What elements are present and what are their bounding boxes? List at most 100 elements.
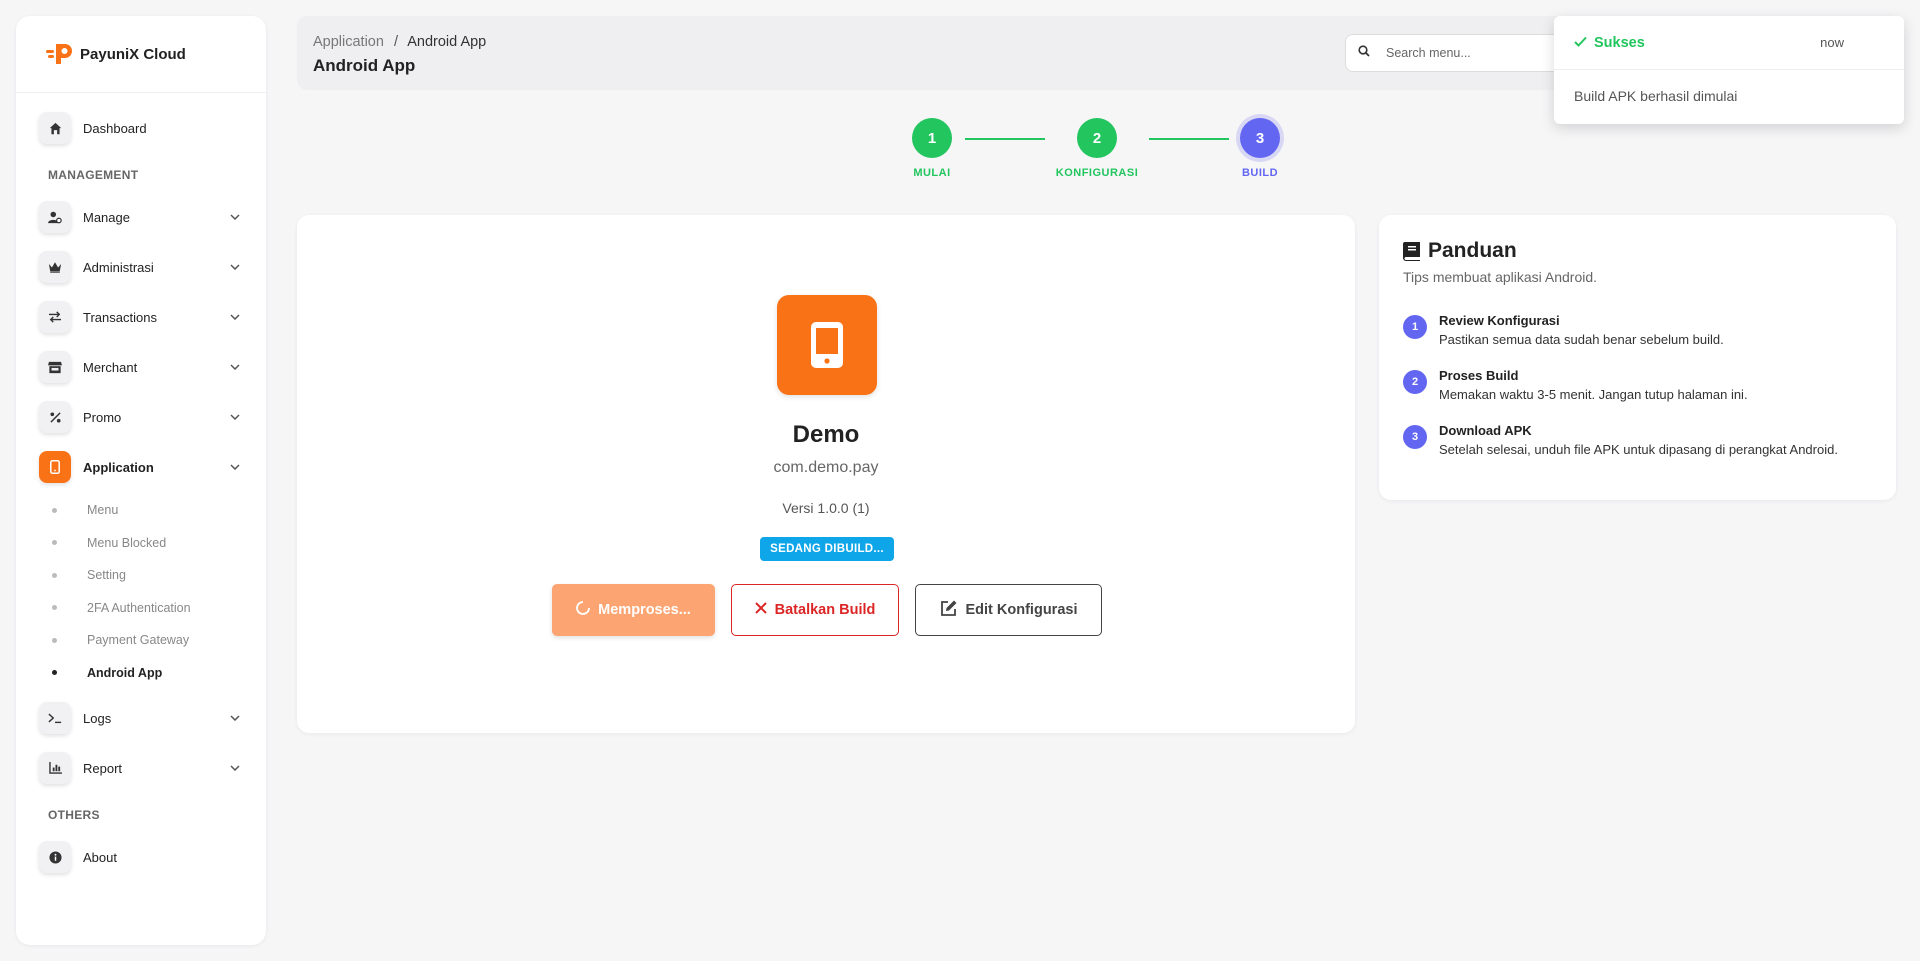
toast-title: Sukses [1594, 34, 1645, 51]
step-number: 2 [1077, 118, 1117, 158]
breadcrumb: Application / Android App [313, 34, 486, 50]
submenu-item-menu-blocked[interactable]: Menu Blocked [16, 527, 266, 560]
edit-icon [940, 599, 966, 621]
edit-config-label: Edit Konfigurasi [965, 602, 1078, 618]
android-app-icon [777, 295, 877, 395]
status-badge: SEDANG DIBUILD... [760, 537, 894, 561]
edit-config-button[interactable]: Edit Konfigurasi [915, 584, 1102, 636]
sidebar-item-report[interactable]: Report [16, 743, 266, 793]
chevron-down-icon [228, 410, 242, 424]
sidebar-item-manage[interactable]: Manage [16, 192, 266, 242]
step-konfigurasi: 2 KONFIGURASI [1037, 118, 1157, 179]
submenu-item-label: Setting [87, 568, 126, 583]
tip-description: Memakan waktu 3-5 menit. Jangan tutup ha… [1439, 387, 1748, 402]
sidebar-item-logs[interactable]: Logs [16, 693, 266, 743]
cancel-build-label: Batalkan Build [774, 602, 876, 618]
mobile-icon [39, 451, 71, 483]
spinner-icon [576, 601, 598, 619]
cancel-build-button[interactable]: Batalkan Build [731, 584, 899, 636]
tip-number: 1 [1403, 315, 1427, 339]
guide-subtitle: Tips membuat aplikasi Android. [1403, 269, 1598, 285]
chevron-down-icon [228, 210, 242, 224]
tip-description: Pastikan semua data sudah benar sebelum … [1439, 332, 1724, 347]
tip-title: Download APK [1439, 423, 1532, 438]
section-title-others: OTHERS [48, 808, 100, 822]
sidebar-item-label: Transactions [83, 309, 157, 325]
success-toast: Sukses now Build APK berhasil dimulai [1554, 16, 1904, 124]
processing-button-label: Memproses... [598, 602, 691, 618]
step-label: MULAI [913, 167, 951, 179]
step-mulai: 1 MULAI [872, 118, 992, 179]
page-title: Android App [313, 56, 416, 75]
sidebar-item-label: Report [83, 760, 123, 776]
bullet-icon [52, 507, 57, 513]
bullet-icon [52, 605, 57, 611]
chart-icon [39, 752, 71, 784]
percent-icon [39, 401, 71, 433]
sidebar-item-label: Administrasi [83, 259, 154, 275]
processing-button[interactable]: Memproses... [552, 584, 715, 636]
step-number: 3 [1240, 118, 1280, 158]
tip-number: 3 [1403, 425, 1427, 449]
sidebar-item-label: About [83, 849, 117, 865]
guide-title: Panduan [1403, 239, 1517, 263]
toast-close-icon[interactable] [1864, 35, 1880, 51]
sidebar-item-transactions[interactable]: Transactions [16, 292, 266, 342]
brand-name: PayuniX Cloud [80, 45, 186, 63]
book-icon [1403, 241, 1420, 261]
step-build: 3 BUILD [1200, 118, 1320, 179]
step-label: KONFIGURASI [1055, 167, 1139, 179]
sidebar-item-label: Manage [83, 209, 130, 225]
app-name: Demo [792, 421, 860, 448]
sidebar-item-label: Logs [83, 710, 112, 726]
breadcrumb-separator: / [393, 34, 398, 50]
sidebar-nav: Dashboard MANAGEMENT Manage Administrasi… [16, 93, 266, 882]
chevron-down-icon [228, 460, 242, 474]
sidebar-item-promo[interactable]: Promo [16, 392, 266, 442]
store-icon [39, 351, 71, 383]
guide-title-text: Panduan [1428, 239, 1517, 262]
submenu-item-2fa-authentication[interactable]: 2FA Authentication [16, 592, 266, 625]
submenu-item-label: Menu [87, 503, 119, 518]
toast-header: Sukses now [1554, 16, 1904, 70]
check-icon [1574, 34, 1587, 52]
submenu-item-label: Payment Gateway [87, 633, 190, 648]
step-number: 1 [912, 118, 952, 158]
app-version: Versi 1.0.0 (1) [782, 500, 870, 516]
brand[interactable]: PayuniX Cloud [16, 16, 266, 93]
sidebar-item-about[interactable]: About [16, 832, 266, 882]
submenu-item-label: 2FA Authentication [87, 600, 191, 615]
sidebar-item-merchant[interactable]: Merchant [16, 342, 266, 392]
sidebar-item-application[interactable]: Application [16, 442, 266, 492]
terminal-icon [39, 702, 71, 734]
guide-card: Panduan Tips membuat aplikasi Android. 1… [1379, 215, 1896, 500]
breadcrumb-parent-link[interactable]: Application [313, 34, 384, 50]
bullet-icon [52, 670, 57, 676]
submenu-item-setting[interactable]: Setting [16, 559, 266, 592]
build-card: Demo com.demo.pay Versi 1.0.0 (1) SEDANG… [297, 215, 1355, 733]
toast-message: Build APK berhasil dimulai [1574, 88, 1738, 104]
sidebar-item-label: Application [83, 459, 154, 475]
chevron-down-icon [228, 260, 242, 274]
submenu-item-menu[interactable]: Menu [16, 494, 266, 527]
app-package: com.demo.pay [773, 459, 879, 476]
submenu-item-android-app[interactable]: Android App [16, 657, 266, 690]
build-stepper: 1 MULAI 2 KONFIGURASI 3 BUILD [0, 118, 1920, 182]
chevron-down-icon [228, 711, 242, 725]
tip-description: Setelah selesai, unduh file APK untuk di… [1439, 442, 1838, 457]
tip-title: Review Konfigurasi [1439, 313, 1560, 328]
crown-icon [39, 251, 71, 283]
sidebar-item-label: Merchant [83, 359, 138, 375]
brand-logo-icon [46, 41, 76, 67]
submenu-item-label: Menu Blocked [87, 535, 167, 550]
submenu-item-payment-gateway[interactable]: Payment Gateway [16, 624, 266, 657]
sidebar-item-label: Promo [83, 409, 122, 425]
chevron-down-icon [228, 360, 242, 374]
bullet-icon [52, 637, 57, 643]
bullet-icon [52, 540, 57, 546]
application-submenu: Menu Menu Blocked Setting 2FA Authentica… [16, 492, 266, 693]
chevron-down-icon [228, 761, 242, 775]
breadcrumb-current: Android App [407, 34, 487, 50]
user-gear-icon [39, 201, 71, 233]
sidebar-item-administrasi[interactable]: Administrasi [16, 242, 266, 292]
